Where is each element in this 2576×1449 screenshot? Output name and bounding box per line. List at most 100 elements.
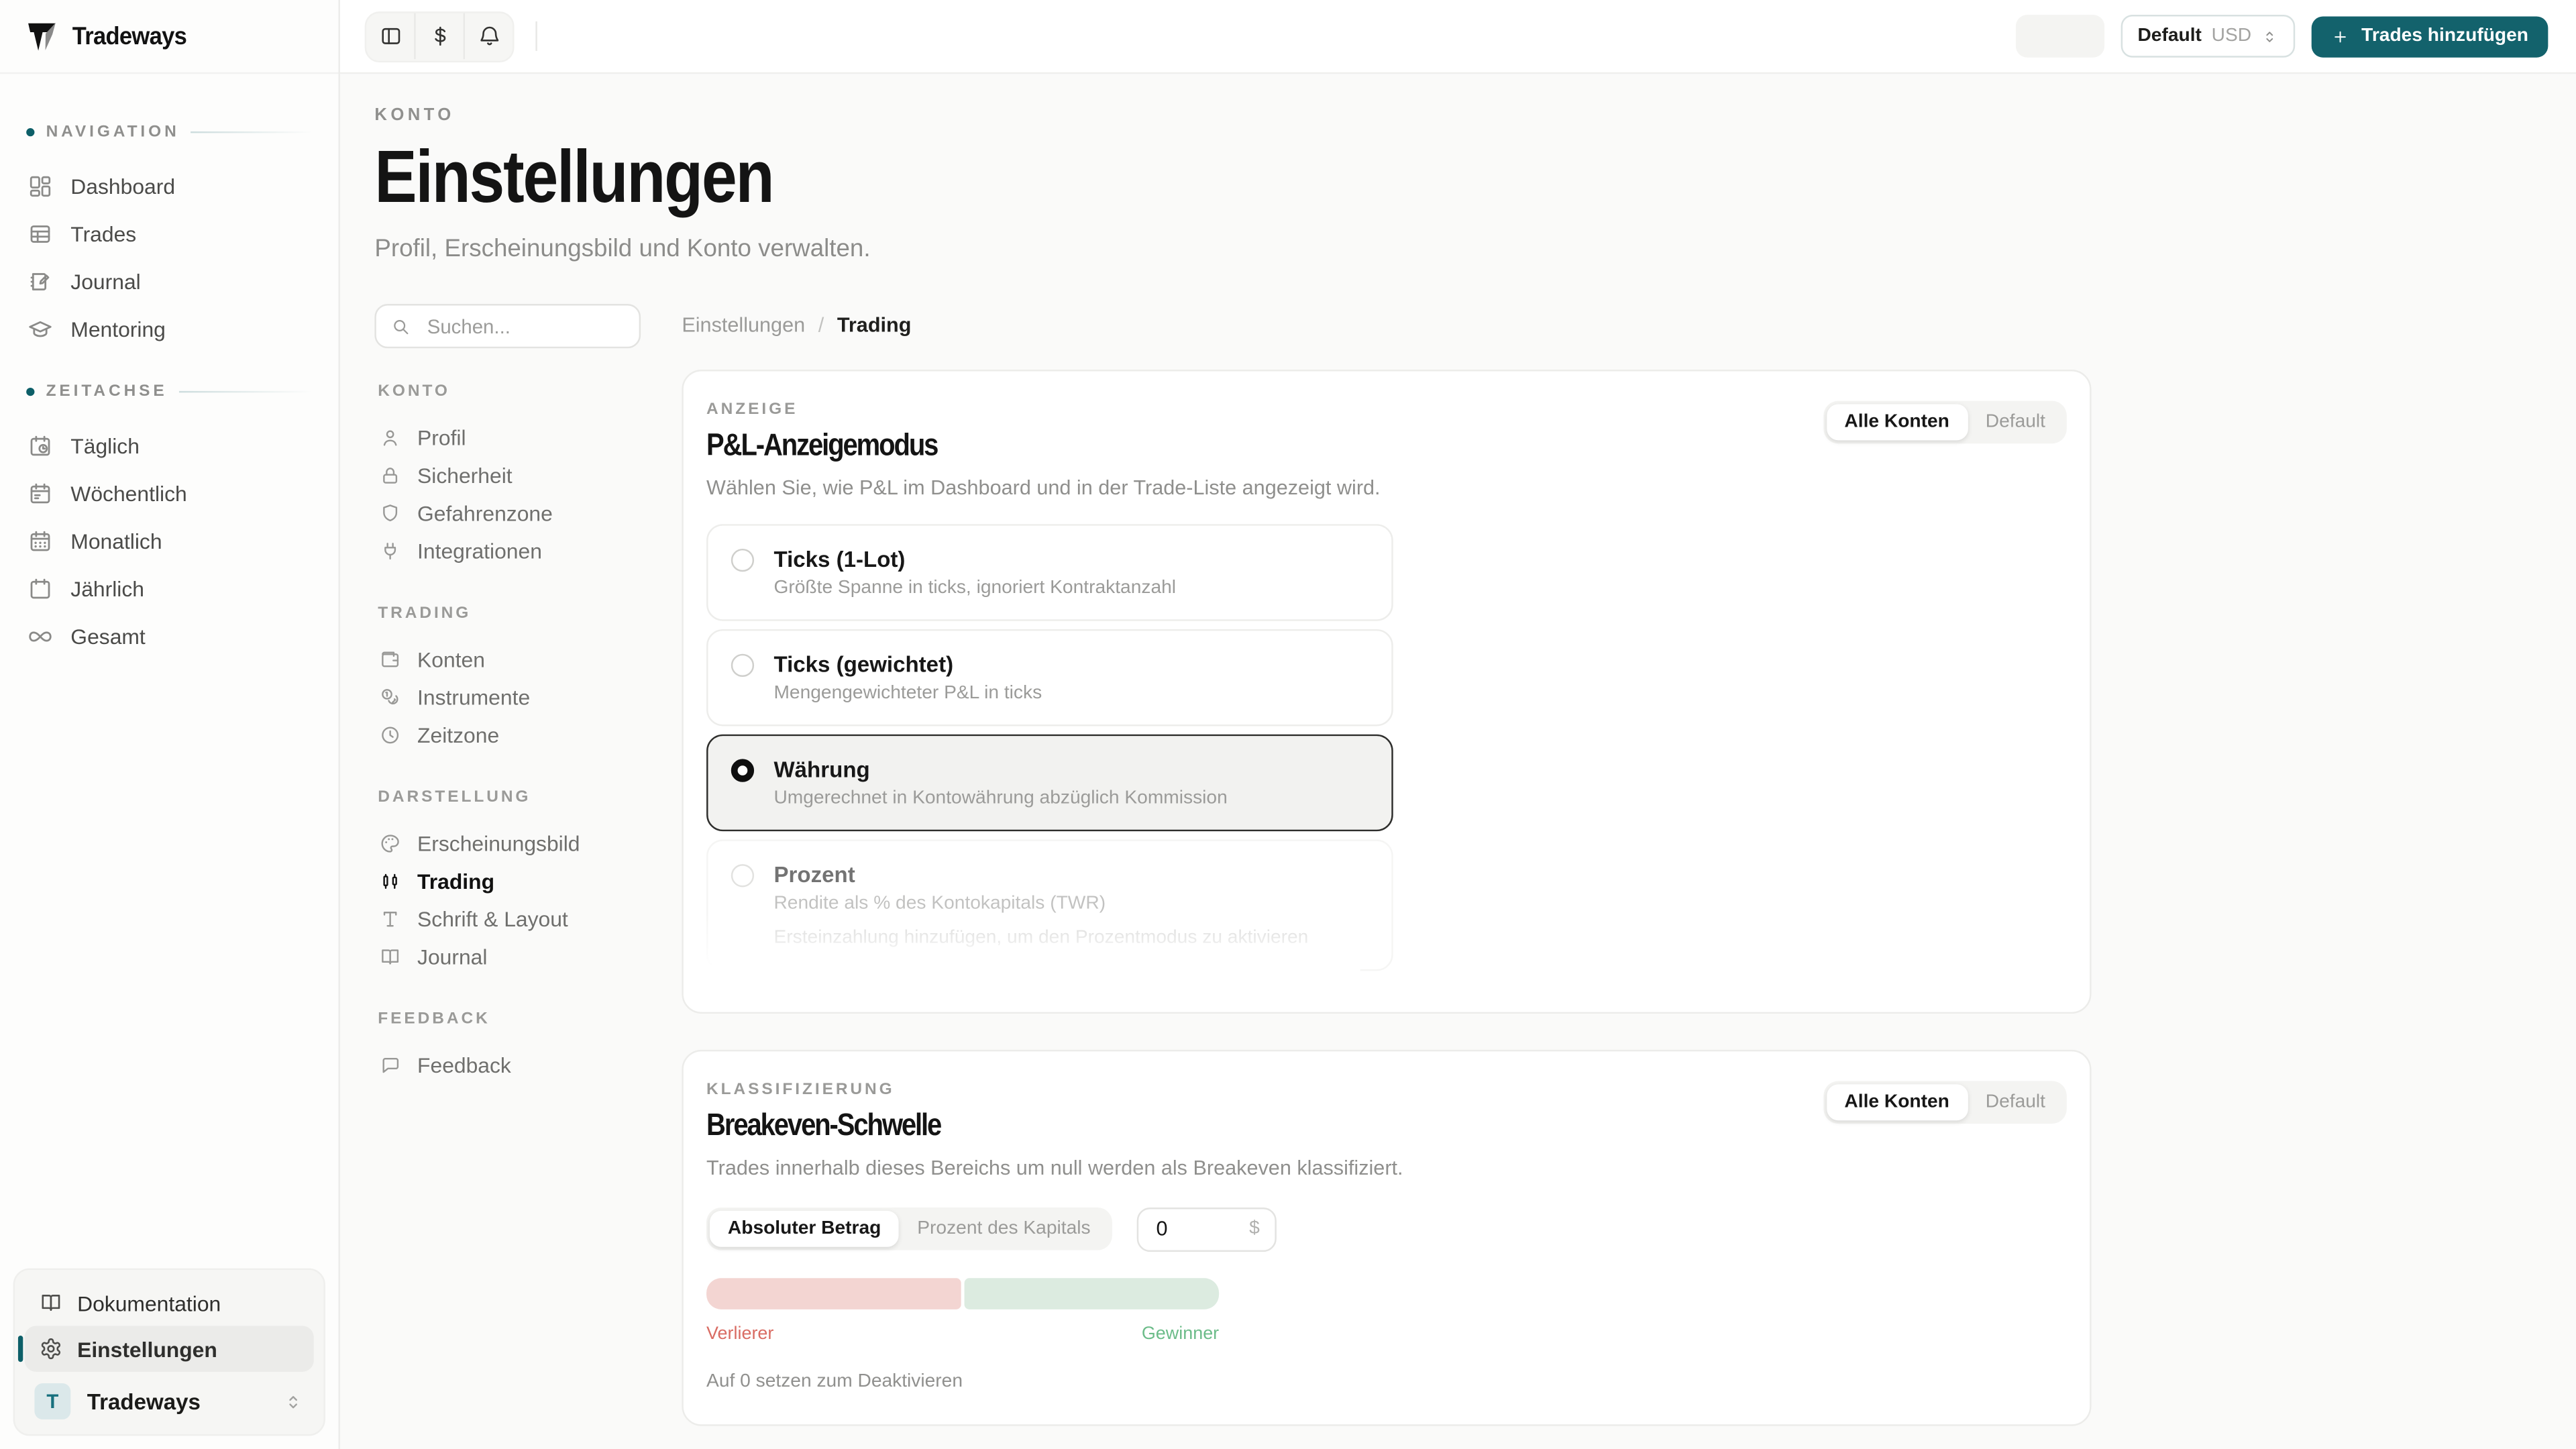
breakeven-range-bar [706,1278,1219,1309]
sidebar-item-monatlich[interactable]: Monatlich [23,517,315,565]
wallet-icon [380,649,401,670]
settings-subnav: KONTO Profil Sicherheit Gefahrenzone [374,304,641,1084]
sidebar-item-woechentlich[interactable]: Wöchentlich [23,470,315,517]
sidebar-item-label: Mentoring [70,317,166,342]
main-content: KONTO Einstellungen Profil, Erscheinungs… [340,74,2576,1449]
subnav-item-feedback[interactable]: Feedback [374,1046,641,1084]
sidebar-item-einstellungen[interactable]: Einstellungen [25,1326,314,1372]
subnav-item-instrumente[interactable]: Instrumente [374,678,641,716]
subnav-item-sicherheit[interactable]: Sicherheit [374,457,641,494]
subnav-item-konten[interactable]: Konten [374,641,641,678]
option-currency[interactable]: Währung Umgerechnet in Kontowährung abzü… [706,735,1393,831]
sidebar-item-journal[interactable]: Journal [23,258,315,305]
brand-header: Tradeways [0,0,338,74]
subnav-item-gefahrenzone[interactable]: Gefahrenzone [374,494,641,532]
radio-checked-icon [731,759,754,782]
brand-name: Tradeways [72,22,186,50]
add-trades-label: Trades hinzufügen [2361,26,2528,46]
notifications-button[interactable] [464,13,513,60]
option-ticks-1lot[interactable]: Ticks (1-Lot) Größte Spanne in ticks, ig… [706,524,1393,621]
breadcrumb-parent[interactable]: Einstellungen [682,314,805,337]
subnav-item-integrationen[interactable]: Integrationen [374,532,641,570]
currency-tool-button[interactable] [414,13,463,60]
option-title: Ticks (1-Lot) [773,547,1176,572]
subnav-item-journal[interactable]: Journal [374,938,641,975]
clock-icon [380,724,401,746]
sidebar-item-mentoring[interactable]: Mentoring [23,306,315,354]
option-ticks-weighted[interactable]: Ticks (gewichtet) Mengengewichteter P&L … [706,629,1393,726]
sidebar-footer: Dokumentation Einstellungen T Tradeways [13,1269,325,1436]
subnav-item-label: Schrift & Layout [417,907,568,932]
scope-all-accounts-button[interactable]: Alle Konten [1826,1084,1967,1120]
section-dot-icon [26,388,34,396]
workspace-name: Tradeways [87,1389,266,1414]
breadcrumb: Einstellungen / Trading [682,312,2091,338]
sidebar-item-trades[interactable]: Trades [23,210,315,258]
option-percent[interactable]: Prozent Rendite als % des Kontokapitals … [706,839,1393,971]
sidebar-item-jaehrlich[interactable]: Jährlich [23,565,315,612]
page-title: Einstellungen [374,140,2576,213]
sidebar-item-gesamt[interactable]: Gesamt [23,612,315,660]
pnl-display-mode-card: ANZEIGE P&L-Anzeigemodus Wählen Sie, wie… [682,370,2091,1014]
nav-section-label: NAVIGATION [46,123,180,142]
scope-default-button[interactable]: Default [1968,1092,2063,1112]
percent-of-capital-button[interactable]: Prozent des Kapitals [899,1220,1108,1239]
sidebar-toggle-button[interactable] [366,13,414,60]
sidebar-item-label: Trades [70,222,136,247]
pnl-mode-options: Ticks (1-Lot) Größte Spanne in ticks, ig… [706,524,2067,971]
option-description: Umgerechnet in Kontowährung abzüglich Ko… [773,788,1227,808]
add-trades-button[interactable]: Trades hinzufügen [2312,15,2548,56]
calendar-days-icon [28,529,53,554]
subnav-item-erscheinungsbild[interactable]: Erscheinungsbild [374,824,641,862]
sidebar: Tradeways NAVIGATION Dashboard Trades Jo… [0,0,340,1449]
search-box[interactable] [374,304,641,348]
subnav-item-schrift-layout[interactable]: Schrift & Layout [374,900,641,938]
subnav-item-trading[interactable]: Trading [374,863,641,900]
search-input[interactable] [424,313,625,339]
notebook-pen-icon [28,270,53,294]
winners-label: Gewinner [1142,1324,1219,1344]
card-eyebrow: ANZEIGE [706,401,1381,419]
sidebar-item-dashboard[interactable]: Dashboard [23,162,315,210]
workspace-switcher[interactable]: T Tradeways [25,1372,314,1424]
subnav-item-zeitzone[interactable]: Zeitzone [374,716,641,754]
book-icon [380,947,401,968]
absolute-amount-button[interactable]: Absoluter Betrag [710,1212,899,1248]
subnav-item-label: Konten [417,647,485,672]
page-eyebrow: KONTO [374,105,2576,125]
dollar-icon [428,25,451,48]
coins-icon [380,687,401,708]
sidebar-item-taeglich[interactable]: Täglich [23,422,315,470]
subnav-item-profil[interactable]: Profil [374,419,641,456]
threshold-amount-input[interactable] [1153,1216,1226,1242]
subnav-item-label: Trading [417,869,494,894]
sidebar-nav: NAVIGATION Dashboard Trades Journal Ment… [0,74,338,660]
scope-default-button[interactable]: Default [1968,413,2063,432]
radio-disabled-icon [731,864,754,887]
topbar-divider [535,21,537,51]
disable-hint: Auf 0 setzen zum Deaktivieren [706,1372,2067,1391]
topbar-tool-group [365,11,515,62]
type-icon [380,908,401,930]
subnav-section-darstellung: DARSTELLUNG Erscheinungsbild Trading Sch… [374,789,641,976]
breakeven-threshold-card: KLASSIFIZIERUNG Breakeven-Schwelle Trade… [682,1050,2091,1426]
sidebar-item-label: Dokumentation [77,1291,221,1316]
breadcrumb-separator: / [818,314,824,337]
option-title: Ticks (gewichtet) [773,652,1042,677]
threshold-mode-toggle: Absoluter Betrag Prozent des Kapitals [706,1208,1112,1251]
subnav-section-label: TRADING [378,604,637,623]
scope-all-accounts-button[interactable]: Alle Konten [1826,404,1967,440]
card-title: Breakeven-Schwelle [706,1110,1403,1143]
sidebar-item-dokumentation[interactable]: Dokumentation [25,1280,314,1326]
lock-icon [380,465,401,486]
dashboard-icon [28,174,53,199]
tradeways-logo-icon [25,19,59,53]
sidebar-item-label: Wöchentlich [70,482,186,506]
option-description: Mengengewichteter P&L in ticks [773,684,1042,703]
scope-toggle: Alle Konten Default [1823,401,2067,444]
currency-selector[interactable]: Default USD [2121,15,2296,58]
sidebar-item-label: Gesamt [70,625,145,649]
topbar: Default USD Trades hinzufügen [340,0,2576,74]
breakeven-controls: Absoluter Betrag Prozent des Kapitals $ [706,1208,2067,1252]
nav-section-header: NAVIGATION [26,123,312,142]
